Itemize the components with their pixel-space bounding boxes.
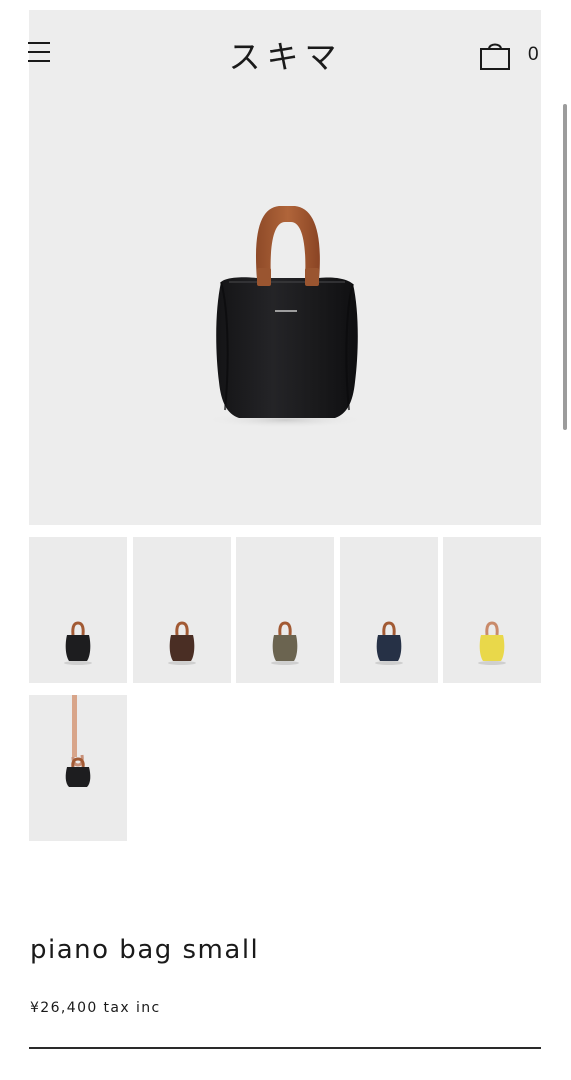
thumbnail-model[interactable]: [29, 695, 127, 841]
thumbnail-navy[interactable]: [340, 537, 438, 683]
scrollbar[interactable]: [563, 104, 567, 430]
thumbnail-black[interactable]: [29, 537, 127, 683]
shopping-bag-icon: [480, 43, 510, 70]
product-price: ¥26,400 tax inc: [30, 1000, 161, 1016]
cart-button[interactable]: 0: [478, 38, 548, 72]
thumbnail-brown[interactable]: [133, 537, 231, 683]
thumbnail-olive[interactable]: [236, 537, 334, 683]
site-header: スキマ 0: [0, 28, 571, 80]
thumbnail-yellow[interactable]: [443, 537, 541, 683]
product-name: piano bag small: [30, 935, 260, 965]
divider: [29, 1047, 541, 1049]
cart-count: 0: [528, 44, 539, 65]
main-product-image[interactable]: [29, 10, 541, 525]
